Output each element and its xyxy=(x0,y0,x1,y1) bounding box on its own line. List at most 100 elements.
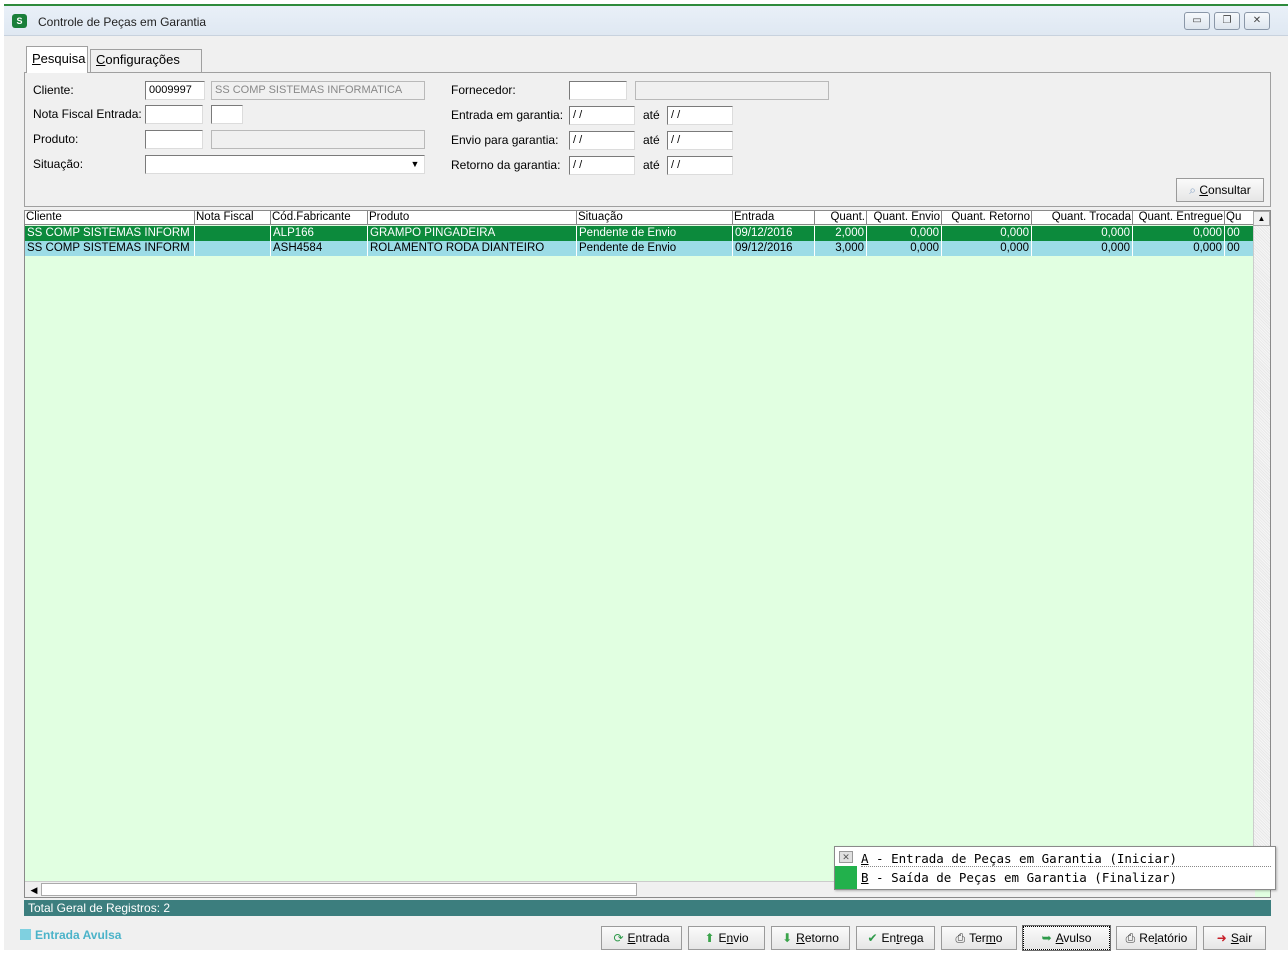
column-header[interactable]: Quant. Envio xyxy=(867,211,942,225)
entrega-button[interactable]: ✔ Entrega xyxy=(856,926,935,950)
minimize-button[interactable]: ▭ xyxy=(1184,12,1210,30)
main-window: S Controle de Peças em Garantia ▭ ❐ ✕ Pe… xyxy=(4,4,1288,951)
cell-envio: 0,000 xyxy=(867,241,942,256)
retorno-to-date[interactable]: / / xyxy=(667,156,733,175)
cell-entrada: 09/12/2016 xyxy=(733,226,815,241)
search-panel: Cliente: 0009997 SS COMP SISTEMAS INFORM… xyxy=(24,72,1271,207)
retorno-from-date[interactable]: / / xyxy=(569,156,635,175)
cell-cliente: SS COMP SISTEMAS INFORM xyxy=(25,241,195,256)
tab-configuracoes[interactable]: Configurações xyxy=(90,49,202,72)
cliente-label: Cliente: xyxy=(33,83,74,97)
column-header[interactable]: Entrada xyxy=(733,211,815,225)
close-button[interactable]: ✕ xyxy=(1244,12,1270,30)
cell-quant: 3,000 xyxy=(815,241,867,256)
popup-side-bar: ✕ xyxy=(835,847,857,889)
total-records-bar: Total Geral de Registros: 2 xyxy=(24,900,1271,916)
printer-icon: ⎙ xyxy=(1125,931,1136,945)
fornecedor-name-field xyxy=(635,81,829,100)
legend-entrada-avulsa: Entrada Avulsa xyxy=(20,928,121,942)
refresh-icon: ⟳ xyxy=(613,931,624,945)
cell-envio: 0,000 xyxy=(867,226,942,241)
grid-header: Cliente Nota Fiscal Cód.Fabricante Produ… xyxy=(25,211,1255,225)
avulso-button[interactable]: ➥ Avulso xyxy=(1022,925,1111,951)
entrada-to-date[interactable]: / / xyxy=(667,106,733,125)
restore-button[interactable]: ❐ xyxy=(1214,12,1240,30)
action-popup-menu: ✕ A - Entrada de Peças em Garantia (Inic… xyxy=(834,846,1276,890)
nota-fiscal-input[interactable] xyxy=(145,105,203,124)
column-header[interactable]: Cód.Fabricante xyxy=(271,211,368,225)
column-header[interactable]: Situação xyxy=(577,211,733,225)
cell-entregue: 0,000 xyxy=(1133,241,1225,256)
cell-cod: ALP166 xyxy=(271,226,368,241)
fornecedor-code-input[interactable] xyxy=(569,81,627,100)
cell-entrada: 09/12/2016 xyxy=(733,241,815,256)
termo-button[interactable]: ⎙ Termo xyxy=(941,926,1017,950)
legend-swatch xyxy=(20,929,31,940)
vertical-scrollbar[interactable]: ▲ xyxy=(1253,211,1270,885)
relatorio-button[interactable]: ⎙ Relatório xyxy=(1116,926,1197,950)
column-header[interactable]: Qu xyxy=(1225,211,1255,225)
column-header[interactable]: Quant. Trocada xyxy=(1032,211,1133,225)
cell-trocada: 0,000 xyxy=(1032,241,1133,256)
scroll-left-icon[interactable]: ◀ xyxy=(27,883,41,897)
cell-retorno: 0,000 xyxy=(942,226,1032,241)
envio-garantia-label: Envio para garantia: xyxy=(451,133,559,147)
tab-pesquisa[interactable]: Pesquisa xyxy=(26,46,88,73)
menu-item-saida-garantia[interactable]: B - Saída de Peças em Garantia (Finaliza… xyxy=(861,870,1177,885)
cell-extra: 00 xyxy=(1225,241,1255,256)
retorno-garantia-label: Retorno da garantia: xyxy=(451,158,561,172)
menu-item-entrada-garantia[interactable]: A - Entrada de Peças em Garantia (Inicia… xyxy=(861,851,1271,867)
cell-produto: GRAMPO PINGADEIRA xyxy=(368,226,577,241)
close-icon[interactable]: ✕ xyxy=(839,851,853,863)
cell-quant: 2,000 xyxy=(815,226,867,241)
scroll-thumb[interactable] xyxy=(41,883,637,896)
chevron-down-icon[interactable]: ▼ xyxy=(408,157,422,172)
printer-icon: ⎙ xyxy=(955,931,966,945)
produto-name-field xyxy=(211,130,425,149)
envio-button[interactable]: ⬆ Envio xyxy=(688,926,765,950)
situacao-select[interactable]: ▼ xyxy=(145,155,425,174)
exit-door-icon: ➜ xyxy=(1216,931,1227,945)
entrada-garantia-label: Entrada em garantia: xyxy=(451,108,564,122)
scroll-up-icon[interactable]: ▲ xyxy=(1253,211,1270,226)
title-bar: S Controle de Peças em Garantia ▭ ❐ ✕ xyxy=(4,6,1288,36)
column-header[interactable]: Quant. xyxy=(815,211,867,225)
search-icon: ⌕ xyxy=(1189,183,1196,197)
envio-to-date[interactable]: / / xyxy=(667,131,733,150)
cliente-name-field: SS COMP SISTEMAS INFORMATICA xyxy=(211,81,425,100)
table-row[interactable]: SS COMP SISTEMAS INFORM ALP166 GRAMPO PI… xyxy=(25,226,1255,241)
cell-nota xyxy=(195,241,271,256)
results-grid[interactable]: Cliente Nota Fiscal Cód.Fabricante Produ… xyxy=(24,210,1271,898)
column-header[interactable]: Nota Fiscal xyxy=(195,211,271,225)
table-row[interactable]: SS COMP SISTEMAS INFORM ASH4584 ROLAMENT… xyxy=(25,241,1255,256)
consultar-button[interactable]: ⌕ Consultar xyxy=(1176,178,1264,202)
cell-nota xyxy=(195,226,271,241)
sair-button[interactable]: ➜ Sair xyxy=(1203,926,1266,950)
app-logo-icon: S xyxy=(12,14,27,28)
retorno-button[interactable]: ⬇ Retorno xyxy=(771,926,850,950)
cliente-code-input[interactable]: 0009997 xyxy=(145,81,205,100)
ate-label: até xyxy=(643,133,660,147)
nota-serie-input[interactable] xyxy=(211,105,243,124)
cell-extra: 00 xyxy=(1225,226,1255,241)
envio-from-date[interactable]: / / xyxy=(569,131,635,150)
produto-code-input[interactable] xyxy=(145,130,203,149)
entrada-from-date[interactable]: / / xyxy=(569,106,635,125)
cell-produto: ROLAMENTO RODA DIANTEIRO xyxy=(368,241,577,256)
nota-fiscal-label: Nota Fiscal Entrada: xyxy=(33,107,142,121)
arrow-up-icon: ⬆ xyxy=(704,931,715,945)
situacao-label: Situação: xyxy=(33,157,84,171)
column-header[interactable]: Produto xyxy=(368,211,577,225)
window-title: Controle de Peças em Garantia xyxy=(38,15,207,29)
column-header[interactable]: Cliente xyxy=(25,211,195,225)
cell-situacao: Pendente de Envio xyxy=(577,241,733,256)
column-header[interactable]: Quant. Retorno xyxy=(942,211,1032,225)
column-header[interactable]: Quant. Entregue xyxy=(1133,211,1225,225)
cell-situacao: Pendente de Envio xyxy=(577,226,733,241)
entrada-button[interactable]: ⟳ Entrada xyxy=(601,926,682,950)
cell-retorno: 0,000 xyxy=(942,241,1032,256)
ate-label: até xyxy=(643,108,660,122)
fornecedor-label: Fornecedor: xyxy=(451,83,516,97)
ate-label: até xyxy=(643,158,660,172)
check-circle-icon: ✔ xyxy=(867,931,878,945)
